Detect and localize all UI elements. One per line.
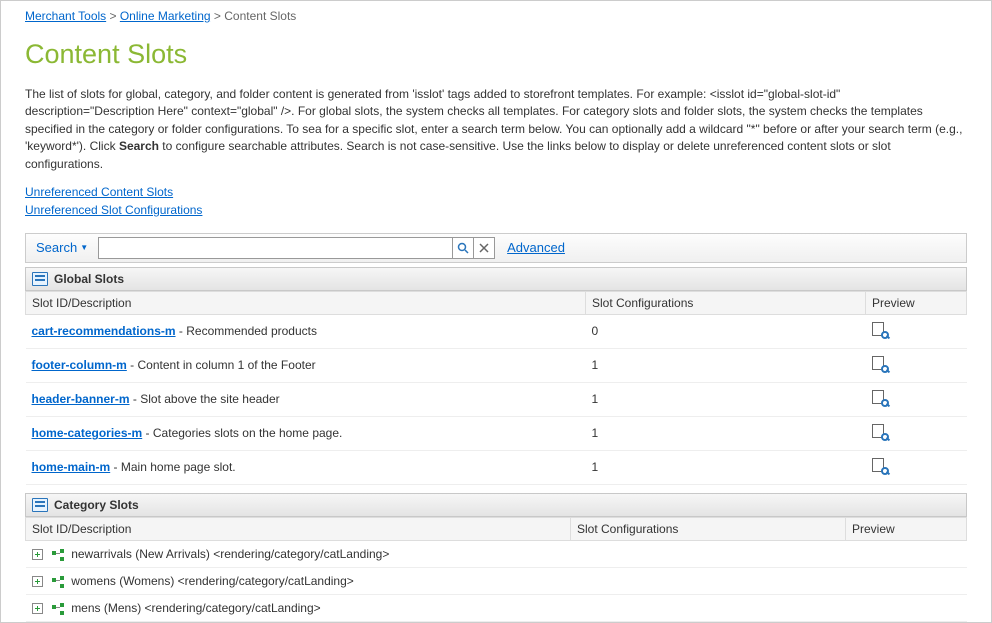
preview-icon[interactable] — [872, 322, 888, 338]
table-row: cart-recommendations-m - Recommended pro… — [26, 314, 967, 348]
slot-link-footer-column[interactable]: footer-column-m — [32, 358, 127, 372]
slot-desc-text: Recommended products — [186, 324, 317, 338]
unreferenced-slot-configs-link[interactable]: Unreferenced Slot Configurations — [25, 201, 967, 219]
slot-config-count: 1 — [586, 382, 866, 416]
slot-desc-text: Main home page slot. — [121, 460, 236, 474]
search-button[interactable] — [452, 237, 474, 259]
breadcrumb: Merchant Tools > Online Marketing > Cont… — [1, 1, 991, 27]
preview-icon[interactable] — [872, 390, 888, 406]
slot-desc: - Main home page slot. — [114, 460, 236, 474]
tree-icon — [52, 549, 64, 561]
slot-desc: - Categories slots on the home page. — [146, 426, 343, 440]
slot-desc: - Slot above the site header — [133, 392, 280, 406]
category-slots-title: Category Slots — [54, 498, 139, 512]
breadcrumb-sep: > — [214, 9, 224, 23]
col-slot-id[interactable]: Slot ID/Description — [26, 517, 571, 540]
search-bar: Search ▼ Advanced — [25, 233, 967, 263]
col-slot-configurations[interactable]: Slot Configurations — [586, 291, 866, 314]
intro-bold: Search — [119, 139, 159, 153]
slot-link-cart-recommendations[interactable]: cart-recommendations-m — [32, 324, 176, 338]
slot-link-header-banner[interactable]: header-banner-m — [32, 392, 130, 406]
col-slot-id[interactable]: Slot ID/Description — [26, 291, 586, 314]
col-slot-configurations[interactable]: Slot Configurations — [571, 517, 846, 540]
slot-config-count: 1 — [586, 348, 866, 382]
slot-desc-text: Categories slots on the home page. — [153, 426, 342, 440]
search-dropdown[interactable]: Search ▼ — [26, 240, 98, 255]
search-label-text: Search — [36, 240, 77, 255]
close-icon — [479, 243, 489, 253]
breadcrumb-sep: > — [110, 9, 120, 23]
unreferenced-links: Unreferenced Content Slots Unreferenced … — [1, 173, 991, 229]
breadcrumb-current: Content Slots — [224, 9, 296, 23]
section-icon — [32, 272, 48, 286]
slot-config-count: 0 — [586, 314, 866, 348]
search-icon — [457, 242, 469, 254]
table-row: header-banner-m - Slot above the site he… — [26, 382, 967, 416]
advanced-search-link[interactable]: Advanced — [495, 240, 577, 255]
page-title: Content Slots — [1, 27, 991, 78]
expand-icon[interactable] — [32, 576, 43, 587]
category-slots-table: Slot ID/Description Slot Configurations … — [25, 517, 967, 622]
global-slots-title: Global Slots — [54, 272, 124, 286]
category-slots-section: Category Slots Slot ID/Description Slot … — [25, 493, 967, 622]
slot-link-home-categories[interactable]: home-categories-m — [32, 426, 143, 440]
search-input[interactable] — [98, 237, 453, 259]
preview-icon[interactable] — [872, 356, 888, 372]
slot-desc-text: Content in column 1 of the Footer — [138, 358, 316, 372]
expand-icon[interactable] — [32, 603, 43, 614]
unreferenced-content-slots-link[interactable]: Unreferenced Content Slots — [25, 183, 967, 201]
col-preview[interactable]: Preview — [866, 291, 967, 314]
table-row: home-main-m - Main home page slot. 1 — [26, 450, 967, 484]
global-slots-header: Global Slots — [25, 267, 967, 291]
category-row-label: newarrivals (New Arrivals) <rendering/ca… — [71, 547, 389, 561]
section-icon — [32, 498, 48, 512]
table-row: womens (Womens) <rendering/category/catL… — [26, 567, 967, 594]
category-row-label: mens (Mens) <rendering/category/catLandi… — [71, 601, 320, 615]
expand-icon[interactable] — [32, 549, 43, 560]
slot-desc: - Content in column 1 of the Footer — [130, 358, 315, 372]
breadcrumb-merchant-tools[interactable]: Merchant Tools — [25, 9, 106, 23]
slot-link-home-main[interactable]: home-main-m — [32, 460, 111, 474]
table-row: footer-column-m - Content in column 1 of… — [26, 348, 967, 382]
intro-text: The list of slots for global, category, … — [1, 78, 991, 173]
table-row: home-categories-m - Categories slots on … — [26, 416, 967, 450]
table-row: mens (Mens) <rendering/category/catLandi… — [26, 594, 967, 621]
breadcrumb-online-marketing[interactable]: Online Marketing — [120, 9, 211, 23]
clear-search-button[interactable] — [473, 237, 495, 259]
tree-icon — [52, 576, 64, 588]
preview-icon[interactable] — [872, 424, 888, 440]
slot-desc: - Recommended products — [179, 324, 317, 338]
tree-icon — [52, 603, 64, 615]
category-row-label: womens (Womens) <rendering/category/catL… — [71, 574, 354, 588]
chevron-down-icon: ▼ — [80, 243, 88, 252]
slot-config-count: 1 — [586, 416, 866, 450]
col-preview[interactable]: Preview — [846, 517, 967, 540]
category-slots-header: Category Slots — [25, 493, 967, 517]
slot-config-count: 1 — [586, 450, 866, 484]
table-row: newarrivals (New Arrivals) <rendering/ca… — [26, 540, 967, 567]
global-slots-table: Slot ID/Description Slot Configurations … — [25, 291, 967, 485]
preview-icon[interactable] — [872, 458, 888, 474]
slot-desc-text: Slot above the site header — [140, 392, 279, 406]
global-slots-section: Global Slots Slot ID/Description Slot Co… — [25, 267, 967, 485]
